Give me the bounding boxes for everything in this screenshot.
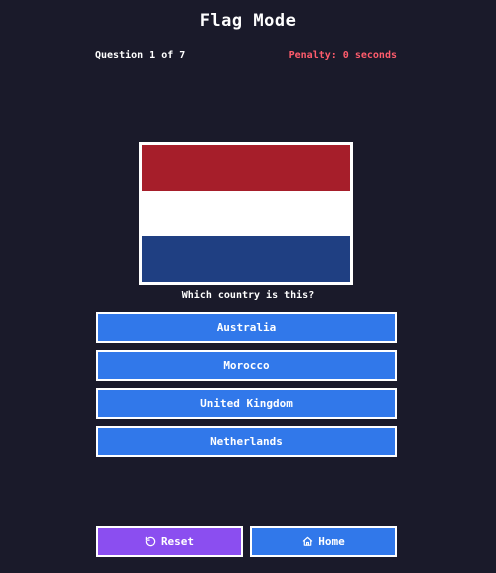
bottom-controls: Reset Home (96, 526, 397, 557)
question-prompt: Which country is this? (181, 290, 315, 301)
flag-stripe-bottom (142, 236, 350, 282)
answer-button-australia[interactable]: Australia (96, 312, 397, 343)
status-row: Question 1 of 7 Penalty: 0 seconds (95, 50, 397, 61)
answer-button-morocco[interactable]: Morocco (96, 350, 397, 381)
page-title: Flag Mode (199, 11, 297, 31)
flag-stripe-top (142, 145, 350, 191)
home-icon (302, 536, 313, 547)
flag-stripe-middle (142, 190, 350, 237)
reset-button[interactable]: Reset (96, 526, 243, 557)
answer-button-united-kingdom[interactable]: United Kingdom (96, 388, 397, 419)
home-button[interactable]: Home (250, 526, 397, 557)
penalty-timer: Penalty: 0 seconds (288, 50, 397, 61)
home-label: Home (318, 535, 345, 548)
flag-image (139, 142, 353, 285)
reset-label: Reset (160, 535, 195, 548)
question-counter: Question 1 of 7 (95, 50, 186, 61)
answer-list: Australia Morocco United Kingdom Netherl… (96, 312, 397, 464)
answer-button-netherlands[interactable]: Netherlands (96, 426, 397, 457)
rotate-ccw-icon (145, 536, 156, 547)
